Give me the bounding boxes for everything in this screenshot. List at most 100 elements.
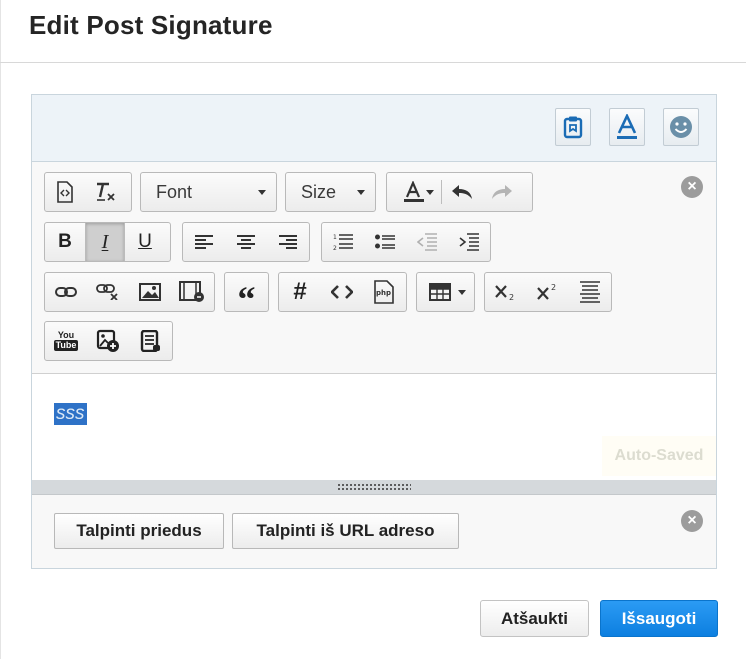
chevron-down-icon <box>357 190 365 195</box>
text-style-group: B I U <box>44 222 171 262</box>
align-center-button[interactable] <box>225 223 267 261</box>
align-center-icon <box>237 234 255 250</box>
attach-files-button[interactable]: Talpinti priedus <box>54 513 224 549</box>
svg-text:2: 2 <box>509 293 514 301</box>
link-button[interactable] <box>45 273 87 311</box>
clipboard-button[interactable] <box>555 108 591 146</box>
youtube-icon-top: You <box>57 330 75 340</box>
spoiler-button[interactable] <box>129 322 171 360</box>
dialog-title: Edit Post Signature <box>29 10 273 40</box>
dialog-left-border <box>0 0 1 659</box>
chevron-down-icon <box>258 190 266 195</box>
smiley-icon <box>669 115 693 139</box>
svg-text:2: 2 <box>551 283 556 292</box>
bold-icon: B <box>58 231 72 252</box>
undo-button[interactable] <box>442 173 482 211</box>
unlink-button[interactable] <box>87 273 129 311</box>
size-select-label: Size <box>301 181 337 202</box>
list-group: 12 <box>321 222 491 262</box>
save-button[interactable]: Išsaugoti <box>600 600 718 637</box>
media-button[interactable] <box>171 273 213 311</box>
code-icon <box>331 284 353 300</box>
align-right-icon <box>279 234 297 250</box>
smilie-button[interactable] <box>663 108 699 146</box>
italic-button[interactable]: I <box>85 223 125 261</box>
bullet-list-icon <box>375 234 395 250</box>
subscript-button[interactable]: 2 <box>485 273 527 311</box>
table-icon <box>428 283 451 301</box>
editor-mode-bar <box>32 95 716 162</box>
close-attachment-icon[interactable]: × <box>681 510 703 532</box>
table-group <box>416 272 475 312</box>
ordered-list-icon: 12 <box>333 233 353 251</box>
redo-button[interactable] <box>482 173 522 211</box>
horizontal-rule-icon <box>580 281 600 303</box>
svg-text:2: 2 <box>333 245 337 251</box>
remove-format-icon <box>94 181 116 203</box>
unordered-list-button[interactable] <box>364 223 406 261</box>
alignment-group <box>182 222 310 262</box>
title-divider <box>0 62 746 63</box>
image-button[interactable] <box>129 273 171 311</box>
svg-text:1: 1 <box>333 234 337 241</box>
quote-button[interactable]: “ <box>225 273 268 319</box>
chevron-down-icon <box>426 190 434 195</box>
text-color-icon <box>403 181 425 203</box>
font-select[interactable]: Font <box>140 172 277 212</box>
italic-icon: I <box>101 230 109 253</box>
php-icon-label: php <box>376 289 392 297</box>
image-icon <box>139 283 161 301</box>
font-select-label: Font <box>156 181 193 202</box>
source-button[interactable] <box>45 173 85 211</box>
insert-group <box>44 272 215 312</box>
attach-from-url-button[interactable]: Talpinti iš URL adreso <box>232 513 459 549</box>
source-group <box>44 172 132 212</box>
superscript-icon: 2 <box>537 283 559 301</box>
youtube-icon-bottom: Tube <box>53 340 79 351</box>
add-image-icon <box>96 329 120 353</box>
align-left-icon <box>195 234 213 250</box>
color-undo-group <box>386 172 533 212</box>
embed-group: You Tube <box>44 321 173 361</box>
horizontal-rule-button[interactable] <box>569 273 611 311</box>
php-icon: php <box>374 280 394 304</box>
php-button[interactable]: php <box>363 273 405 311</box>
text-color-button[interactable] <box>387 173 441 211</box>
selected-text[interactable]: sss <box>54 403 87 425</box>
outdent-button[interactable] <box>406 223 448 261</box>
table-button[interactable] <box>417 273 474 311</box>
resize-grip-icon <box>337 483 411 490</box>
redo-icon <box>491 184 513 200</box>
ordered-list-button[interactable]: 12 <box>322 223 364 261</box>
cancel-button[interactable]: Atšaukti <box>480 600 589 637</box>
quote-icon: “ <box>237 279 256 319</box>
align-left-button[interactable] <box>183 223 225 261</box>
editor-resize-handle[interactable] <box>32 480 716 495</box>
editor-content-area[interactable]: sss Auto-Saved <box>32 374 716 480</box>
remove-format-button[interactable] <box>85 173 125 211</box>
source-code-icon <box>56 181 74 203</box>
link-icon <box>55 286 77 298</box>
formatting-toolbar: × Font Size B I U 1 2 “ # php 2 2 You Tu… <box>32 162 716 374</box>
youtube-button[interactable]: You Tube <box>45 322 87 360</box>
underline-button[interactable]: U <box>125 223 165 261</box>
chevron-down-icon <box>458 290 466 295</box>
code-button[interactable] <box>321 273 363 311</box>
media-icon <box>179 281 205 303</box>
scroll-icon <box>139 330 161 352</box>
text-style-button[interactable] <box>609 108 645 146</box>
bold-button[interactable]: B <box>45 223 85 261</box>
underline-icon: U <box>138 231 152 252</box>
indent-icon <box>459 233 479 251</box>
indent-button[interactable] <box>448 223 490 261</box>
quote-group: “ <box>224 272 269 319</box>
undo-icon <box>451 184 473 200</box>
size-select[interactable]: Size <box>285 172 376 212</box>
insert-image-button[interactable] <box>87 322 129 360</box>
close-toolbar-icon[interactable]: × <box>681 176 703 198</box>
align-right-button[interactable] <box>267 223 309 261</box>
outdent-icon <box>417 233 437 251</box>
superscript-button[interactable]: 2 <box>527 273 569 311</box>
subscript-icon: 2 <box>495 283 517 301</box>
hashtag-button[interactable]: # <box>279 273 321 311</box>
